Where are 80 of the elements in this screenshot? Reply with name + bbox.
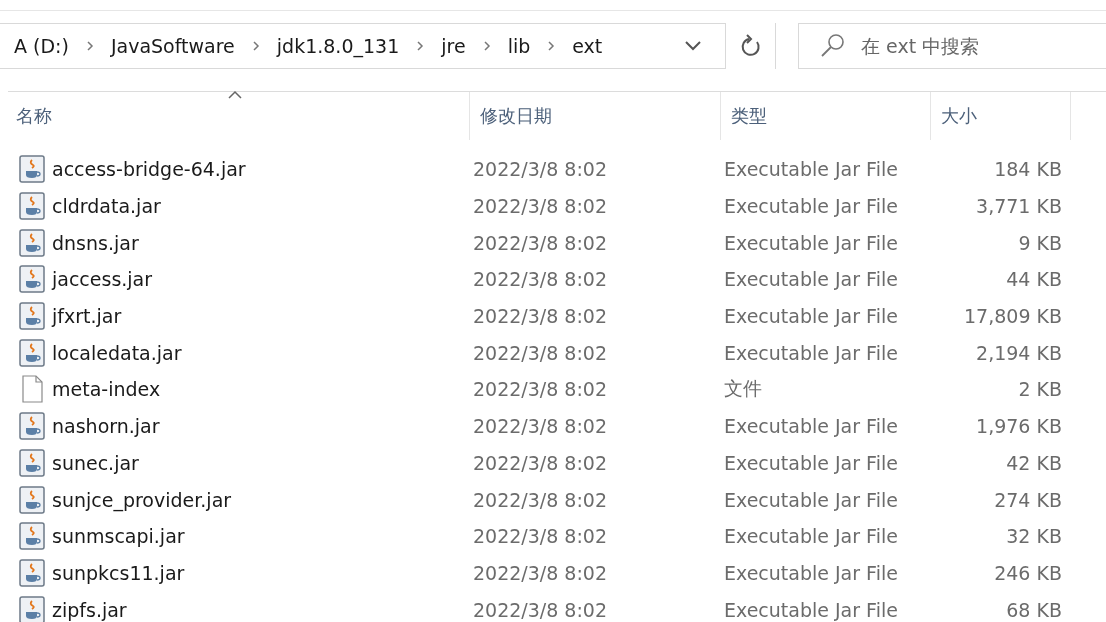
modified-date: 2022/3/8 8:02 xyxy=(473,268,609,291)
breadcrumb-item[interactable]: jdk1.8.0_131 xyxy=(270,35,406,57)
chevron-icon xyxy=(84,40,95,52)
java-file-icon xyxy=(18,227,46,258)
java-file-icon xyxy=(18,264,46,295)
file-name[interactable]: sunec.jar xyxy=(52,451,139,474)
modified-date: 2022/3/8 8:02 xyxy=(473,158,609,181)
breadcrumb-item[interactable]: JavaSoftware xyxy=(104,35,241,57)
file-name[interactable]: nashorn.jar xyxy=(52,415,160,438)
java-file-icon xyxy=(18,411,46,442)
file-size: 3,771 KB xyxy=(975,195,1062,218)
breadcrumb-item[interactable]: A (D:) xyxy=(8,35,75,57)
file-type: 文件 xyxy=(724,376,763,402)
java-file-icon xyxy=(18,447,46,478)
file-type: Executable Jar File xyxy=(724,488,899,511)
file-type: Executable Jar File xyxy=(724,268,899,291)
modified-date: 2022/3/8 8:02 xyxy=(473,525,609,548)
file-type: Executable Jar File xyxy=(724,305,899,328)
modified-date: 2022/3/8 8:02 xyxy=(473,195,609,218)
file-size: 2,194 KB xyxy=(975,341,1062,364)
file-size: 9 KB xyxy=(1017,231,1062,254)
file-type: Executable Jar File xyxy=(724,561,899,584)
search-icon xyxy=(820,33,846,59)
file-type: Executable Jar File xyxy=(724,598,899,621)
file-size: 1,976 KB xyxy=(975,415,1062,438)
address-bar[interactable]: A (D:) JavaSoftware jdk1.8.0_131 jre lib ext xyxy=(0,23,776,69)
file-size: 246 KB xyxy=(993,561,1062,584)
breadcrumb-item[interactable]: ext xyxy=(566,35,609,57)
file-name[interactable]: zipfs.jar xyxy=(52,598,127,621)
modified-date: 2022/3/8 8:02 xyxy=(473,305,609,328)
file-type: Executable Jar File xyxy=(724,415,899,438)
file-name[interactable]: cldrdata.jar xyxy=(52,195,161,218)
java-file-icon xyxy=(18,557,46,588)
modified-date: 2022/3/8 8:02 xyxy=(473,231,609,254)
java-file-icon xyxy=(18,594,46,622)
refresh-icon xyxy=(739,34,762,58)
modified-date: 2022/3/8 8:02 xyxy=(473,451,609,474)
file-name[interactable]: jaccess.jar xyxy=(52,268,153,291)
file-type: Executable Jar File xyxy=(724,231,899,254)
file-name[interactable]: localedata.jar xyxy=(52,341,182,364)
java-file-icon xyxy=(18,521,46,552)
file-size: 274 KB xyxy=(993,488,1062,511)
search-field[interactable]: 在 ext 中搜索 xyxy=(798,23,1106,69)
modified-date: 2022/3/8 8:02 xyxy=(473,598,609,621)
breadcrumb-item[interactable]: lib xyxy=(501,35,537,57)
file-size: 2 KB xyxy=(1017,378,1062,401)
chevron-icon xyxy=(250,40,261,52)
file-name[interactable]: meta-index xyxy=(52,378,161,401)
file-size: 17,809 KB xyxy=(963,305,1062,328)
file-name[interactable]: sunmscapi.jar xyxy=(52,525,185,548)
file-type: Executable Jar File xyxy=(724,451,899,474)
file-size: 44 KB xyxy=(1005,268,1062,291)
file-name[interactable]: sunjce_provider.jar xyxy=(52,488,232,511)
file-type: Executable Jar File xyxy=(724,158,899,181)
breadcrumb-item[interactable]: jre xyxy=(435,35,472,57)
java-file-icon xyxy=(18,337,46,368)
file-size: 42 KB xyxy=(1005,451,1062,474)
file-name[interactable]: dnsns.jar xyxy=(52,231,139,254)
file-size: 32 KB xyxy=(1005,525,1062,548)
modified-date: 2022/3/8 8:02 xyxy=(473,488,609,511)
java-file-icon xyxy=(18,191,46,222)
sort-caret-icon xyxy=(226,90,243,100)
java-file-icon xyxy=(18,154,46,185)
modified-date: 2022/3/8 8:02 xyxy=(473,341,609,364)
file-name[interactable]: sunpkcs11.jar xyxy=(52,561,185,584)
modified-date: 2022/3/8 8:02 xyxy=(473,415,609,438)
modified-date: 2022/3/8 8:02 xyxy=(473,378,609,401)
chevron-icon xyxy=(415,40,426,52)
java-file-icon xyxy=(18,484,46,515)
file-type: Executable Jar File xyxy=(724,525,899,548)
file-size: 184 KB xyxy=(993,158,1062,181)
file-size: 68 KB xyxy=(1005,598,1062,621)
chevron-icon xyxy=(481,40,492,52)
file-name[interactable]: jfxrt.jar xyxy=(52,305,122,328)
file-type: Executable Jar File xyxy=(724,341,899,364)
java-file-icon xyxy=(18,301,46,332)
file-type: Executable Jar File xyxy=(724,195,899,218)
modified-date: 2022/3/8 8:02 xyxy=(473,561,609,584)
chevron-icon xyxy=(546,40,557,52)
file-name[interactable]: access-bridge-64.jar xyxy=(52,158,246,181)
